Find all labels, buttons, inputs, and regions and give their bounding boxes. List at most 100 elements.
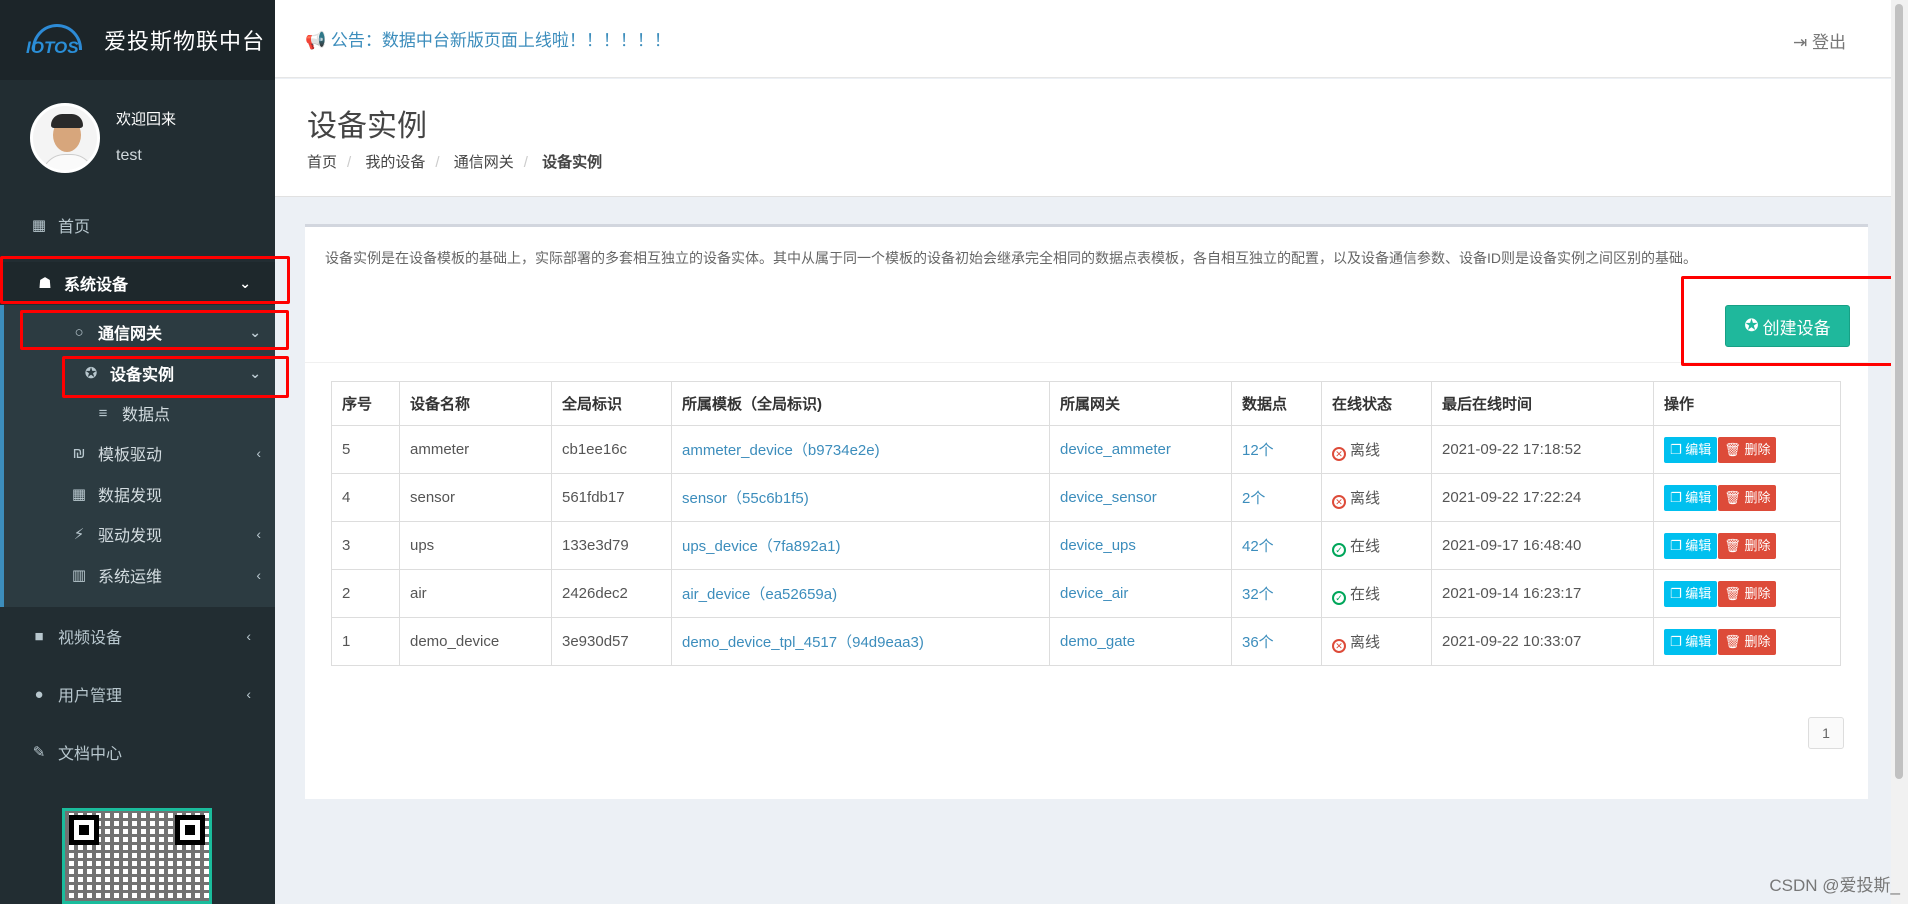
gateway-link[interactable]: device_ammeter — [1060, 441, 1171, 458]
pagination-page-1[interactable]: 1 — [1808, 717, 1844, 749]
data-points-link[interactable]: 12个 — [1242, 442, 1274, 459]
sign-out-icon: ⇥ — [1793, 33, 1808, 52]
sidebar-item-label: 文档中心 — [58, 746, 123, 763]
edit-button[interactable]: ❐ 编辑 — [1664, 580, 1718, 607]
sidebar-item-data-points[interactable]: ≡ 数据点 — [0, 395, 275, 431]
template-link[interactable]: air_device（ea52659a) — [682, 586, 837, 603]
sidebar-item-video-devices[interactable]: ■ 视频设备 ‹ — [0, 618, 275, 654]
col-template[interactable]: 所属模板（全局标识) — [671, 381, 1050, 426]
col-points[interactable]: 数据点 — [1231, 381, 1322, 426]
delete-label: 删除 — [1744, 489, 1771, 505]
edit-button[interactable]: ❐ 编辑 — [1664, 532, 1718, 559]
cell-status: ✕ 离线 — [1321, 473, 1432, 522]
cell-id: 3e930d57 — [551, 617, 672, 666]
cell-name: air — [399, 569, 552, 618]
cell-id: 133e3d79 — [551, 521, 672, 570]
cell-template: sensor（55c6b1f5) — [671, 473, 1050, 522]
status-text: 在线 — [1350, 537, 1381, 555]
sidebar-item-system-devices[interactable]: ☗ 系统设备 ⌄ — [0, 262, 275, 304]
copy-icon: ❐ — [1670, 537, 1682, 553]
cell-id: 561fdb17 — [551, 473, 672, 522]
col-seq[interactable]: 序号 — [331, 381, 400, 426]
template-link[interactable]: ups_device（7fa892a1) — [682, 538, 840, 555]
template-link[interactable]: sensor（55c6b1f5) — [682, 490, 809, 507]
sidebar-item-label: 设备实例 — [110, 367, 175, 384]
logout-button[interactable]: ⇥ 登出 — [1793, 28, 1846, 53]
chevron-left-icon: ‹ — [246, 686, 251, 702]
status-text: 离线 — [1350, 633, 1381, 651]
chevron-left-icon: ‹ — [246, 628, 251, 644]
col-last-online[interactable]: 最后在线时间 — [1431, 381, 1654, 426]
edit-button[interactable]: ❐ 编辑 — [1664, 484, 1718, 511]
gateway-link[interactable]: device_air — [1060, 585, 1128, 602]
breadcrumb-home[interactable]: 首页 — [307, 154, 337, 171]
cell-seq: 3 — [331, 521, 400, 570]
circle-icon: ○ — [74, 323, 84, 341]
data-points-link[interactable]: 36个 — [1242, 634, 1274, 651]
breadcrumb-current: 设备实例 — [542, 154, 603, 171]
gateway-link[interactable]: device_sensor — [1060, 489, 1157, 506]
edit-label: 编辑 — [1685, 585, 1712, 601]
template-link[interactable]: demo_device_tpl_4517（94d9eaa3) — [682, 634, 924, 651]
sidebar-item-label: 系统设备 — [64, 277, 129, 294]
delete-button[interactable]: 🗑 删除 — [1718, 484, 1777, 511]
col-name[interactable]: 设备名称 — [399, 381, 552, 426]
sidebar-item-home[interactable]: ▦ 首页 — [0, 207, 275, 243]
cell-last-online: 2021-09-22 17:18:52 — [1431, 425, 1654, 474]
table-row: 3 ups 133e3d79 ups_device（7fa892a1) device_u… — [331, 521, 1841, 570]
page-scrollbar[interactable] — [1891, 0, 1908, 904]
sidebar-item-label: 首页 — [58, 219, 91, 236]
col-status[interactable]: 在线状态 — [1321, 381, 1432, 426]
bar-chart-icon: ▥ — [71, 567, 87, 584]
edit-label: 编辑 — [1685, 633, 1712, 649]
delete-label: 删除 — [1744, 585, 1771, 601]
welcome-text: 欢迎回来 — [116, 111, 177, 128]
sidebar-item-system-ops[interactable]: ▥ 系统运维 ‹ — [0, 557, 275, 593]
create-device-button[interactable]: ✪ 创建设备 — [1725, 305, 1850, 347]
create-device-label: 创建设备 — [1762, 318, 1831, 338]
sidebar-item-gateway[interactable]: ○ 通信网关 ⌄ — [0, 314, 275, 350]
sidebar-item-driver-discovery[interactable]: ⚡ 驱动发现 ‹ — [0, 516, 275, 552]
rebel-icon: ✪ — [84, 365, 98, 382]
edit-button[interactable]: ❐ 编辑 — [1664, 628, 1718, 655]
delete-button[interactable]: 🗑 删除 — [1718, 436, 1777, 463]
breadcrumb-my-devices[interactable]: 我的设备 — [365, 154, 425, 171]
sidebar-item-device-instance[interactable]: ✪ 设备实例 ⌄ — [0, 355, 275, 391]
template-link[interactable]: ammeter_device（b9734e2e) — [682, 442, 880, 459]
divider — [305, 362, 1868, 363]
sidebar-item-label: 数据点 — [122, 407, 171, 424]
table-row: 4 sensor 561fdb17 sensor（55c6b1f5) device_se… — [331, 473, 1841, 522]
edit-button[interactable]: ❐ 编辑 — [1664, 436, 1718, 463]
sidebar-item-data-discovery[interactable]: ▦ 数据发现 — [0, 476, 275, 512]
announcement[interactable]: 📢 公告：数据中台新版页面上线啦！！！！！！ — [305, 26, 671, 51]
breadcrumb-gateway[interactable]: 通信网关 — [454, 154, 514, 171]
data-points-link[interactable]: 42个 — [1242, 538, 1274, 555]
sidebar-item-label: 驱动发现 — [98, 528, 163, 545]
check-circle-icon: ✓ — [1332, 542, 1346, 557]
sidebar-item-template-driver[interactable]: ₪ 模板驱动 ‹ — [0, 435, 275, 471]
status-text: 在线 — [1350, 585, 1381, 603]
database-icon: ≡ — [98, 404, 108, 422]
data-points-link[interactable]: 2个 — [1242, 490, 1265, 507]
copy-icon: ❐ — [1670, 633, 1682, 649]
sidebar-item-doc-center[interactable]: ✎ 文档中心 — [0, 734, 275, 770]
scrollbar-thumb[interactable] — [1895, 4, 1903, 779]
cell-points: 2个 — [1231, 473, 1322, 522]
data-points-link[interactable]: 32个 — [1242, 586, 1274, 603]
col-id[interactable]: 全局标识 — [551, 381, 672, 426]
cell-actions: ❐ 编辑 🗑 删除 — [1653, 569, 1841, 618]
delete-button[interactable]: 🗑 删除 — [1718, 532, 1777, 559]
trash-icon: 🗑 — [1724, 441, 1741, 457]
gateway-link[interactable]: device_ups — [1060, 537, 1136, 554]
col-gateway[interactable]: 所属网关 — [1049, 381, 1232, 426]
trash-icon: 🗑 — [1724, 489, 1741, 505]
iotos-logo: IOTOS — [24, 22, 86, 58]
cell-last-online: 2021-09-17 16:48:40 — [1431, 521, 1654, 570]
table-icon: ▦ — [71, 486, 87, 503]
gateway-link[interactable]: demo_gate — [1060, 633, 1135, 650]
cell-gateway: demo_gate — [1049, 617, 1232, 666]
delete-button[interactable]: 🗑 删除 — [1718, 628, 1777, 655]
cell-points: 12个 — [1231, 425, 1322, 474]
sidebar-item-user-management[interactable]: ● 用户管理 ‹ — [0, 676, 275, 712]
delete-button[interactable]: 🗑 删除 — [1718, 580, 1777, 607]
